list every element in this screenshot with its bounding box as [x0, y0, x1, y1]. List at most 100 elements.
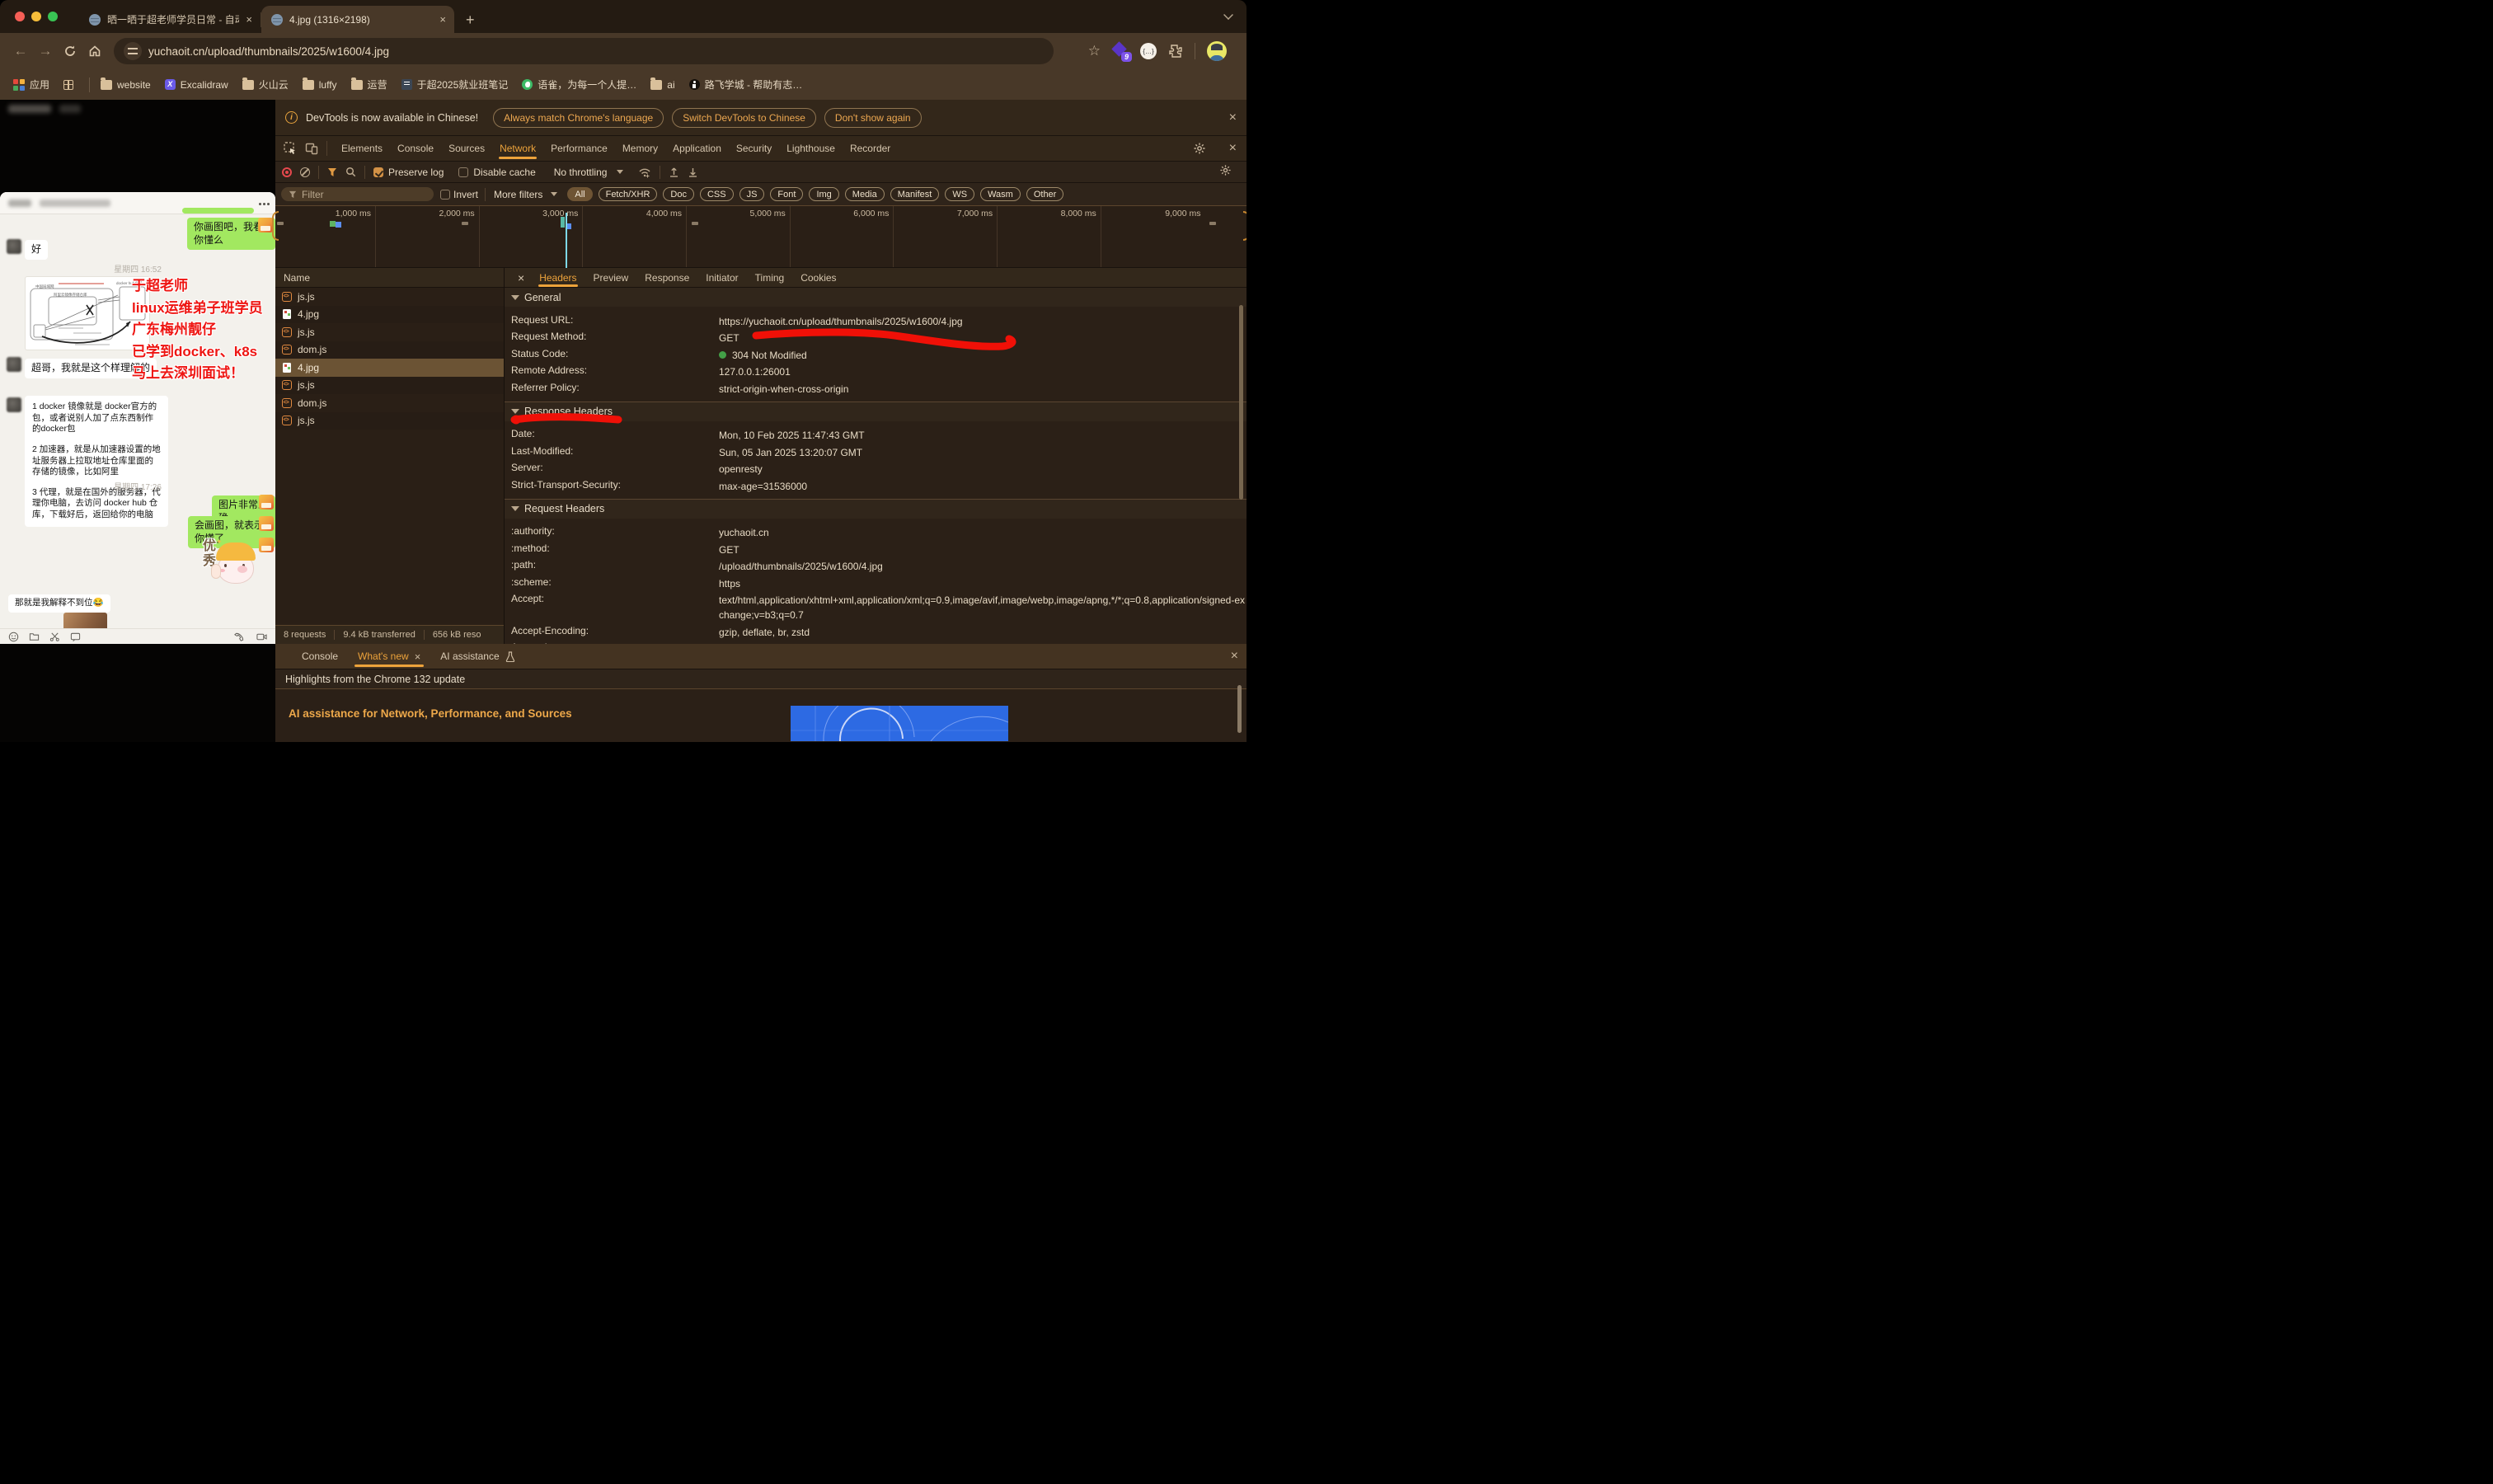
details-scrollbar[interactable]	[1239, 305, 1243, 500]
drawer-close-icon[interactable]: ×	[1231, 649, 1238, 664]
home-button[interactable]	[82, 39, 107, 63]
drawer-tab-close-icon[interactable]: ×	[415, 650, 421, 663]
more-filters-dropdown-icon[interactable]	[551, 192, 557, 196]
devtools-tab[interactable]: Sources	[441, 136, 492, 162]
device-toolbar-icon[interactable]	[305, 142, 318, 155]
devtools-tab[interactable]: Application	[665, 136, 729, 162]
avatar[interactable]	[259, 495, 274, 510]
details-tab[interactable]: Response	[636, 268, 697, 288]
invert-checkbox[interactable]	[440, 190, 450, 200]
more-filters-label[interactable]: More filters	[494, 189, 542, 200]
request-row[interactable]: js.js	[275, 377, 504, 395]
preserve-log-label[interactable]: Preserve log	[388, 167, 444, 178]
details-tab[interactable]: Headers	[531, 268, 585, 288]
invert-label[interactable]: Invert	[453, 189, 478, 200]
bookmark-item[interactable]: 运营	[351, 77, 387, 92]
general-section-header[interactable]: General	[505, 288, 1246, 307]
bookmark-item[interactable]: website	[101, 79, 151, 91]
devtools-tab[interactable]: Memory	[615, 136, 665, 162]
chat-history-icon[interactable]	[70, 632, 81, 642]
close-window-button[interactable]	[15, 12, 25, 21]
filter-chip[interactable]: All	[567, 187, 592, 201]
search-icon[interactable]	[345, 167, 356, 177]
details-tab[interactable]: Timing	[747, 268, 793, 288]
filter-input[interactable]: Filter	[281, 187, 434, 201]
close-details-icon[interactable]: ×	[511, 271, 531, 284]
filter-chip[interactable]: Fetch/XHR	[599, 187, 658, 201]
request-row[interactable]: 4.jpg	[275, 359, 504, 377]
settings-gear-icon[interactable]	[1193, 142, 1206, 155]
filter-chip[interactable]: Font	[770, 187, 803, 201]
filter-chip[interactable]: Doc	[663, 187, 694, 201]
throttling-dropdown-icon[interactable]	[617, 170, 623, 174]
new-tab-button[interactable]: +	[466, 12, 475, 29]
tab-close-icon[interactable]: ×	[439, 13, 446, 26]
filter-chip[interactable]: Manifest	[890, 187, 940, 201]
chat-photo-partial[interactable]	[63, 613, 107, 628]
tab-close-icon[interactable]: ×	[246, 13, 252, 26]
browser-tab-1[interactable]: 晒一晒于超老师学员日常 - 自动 ×	[79, 6, 261, 33]
whats-new-article-title[interactable]: AI assistance for Network, Performance, …	[289, 707, 572, 720]
filter-chip[interactable]: Wasm	[980, 187, 1021, 201]
filter-chip[interactable]: JS	[739, 187, 765, 201]
filter-chip[interactable]: Img	[809, 187, 838, 201]
whats-new-article-image[interactable]	[791, 706, 1008, 741]
extension-with-badge[interactable]: 9	[1112, 43, 1129, 59]
bookmark-item[interactable]	[63, 80, 78, 90]
bookmark-item[interactable]	[89, 77, 90, 92]
avatar[interactable]	[259, 538, 274, 552]
devtools-extension-icon[interactable]: {…}	[1140, 43, 1157, 59]
request-row[interactable]: dom.js	[275, 394, 504, 412]
preserve-log-checkbox[interactable]	[373, 167, 383, 177]
address-bar[interactable]: yuchaoit.cn/upload/thumbnails/2025/w1600…	[114, 38, 1054, 64]
emoji-icon[interactable]	[8, 632, 19, 642]
bookmark-star-icon[interactable]: ☆	[1088, 43, 1101, 59]
chat-sticker[interactable]: 优秀 ✦ ✦	[203, 538, 257, 589]
drawer-tab-console[interactable]: Console	[293, 644, 346, 669]
devtools-tab[interactable]: Recorder	[843, 136, 898, 162]
extensions-puzzle-icon[interactable]	[1168, 44, 1183, 59]
minimize-window-button[interactable]	[31, 12, 41, 21]
devtools-tab[interactable]: Network	[492, 136, 543, 162]
import-har-icon[interactable]	[669, 167, 679, 178]
record-network-log-icon[interactable]	[282, 167, 292, 177]
request-row[interactable]: js.js	[275, 323, 504, 341]
reload-button[interactable]	[58, 39, 82, 63]
bookmark-item[interactable]: 于超2025就业班笔记	[401, 77, 509, 92]
drawer-scrollbar[interactable]	[1237, 685, 1242, 733]
network-conditions-icon[interactable]	[638, 167, 651, 178]
devtools-tab[interactable]: Lighthouse	[779, 136, 843, 162]
network-settings-gear-icon[interactable]	[1219, 164, 1240, 181]
banner-close-icon[interactable]: ×	[1229, 110, 1237, 125]
disable-cache-checkbox[interactable]	[458, 167, 468, 177]
video-call-icon[interactable]	[256, 632, 267, 642]
request-row[interactable]: js.js	[275, 412, 504, 430]
file-folder-icon[interactable]	[29, 632, 40, 642]
avatar[interactable]	[7, 239, 21, 254]
profile-avatar[interactable]	[1207, 41, 1227, 61]
chat-menu-icon[interactable]	[263, 203, 265, 205]
devtools-tab[interactable]: Console	[390, 136, 441, 162]
screenshot-scissors-icon[interactable]	[49, 632, 60, 642]
devtools-tab[interactable]: Elements	[334, 136, 390, 162]
devtools-tab[interactable]: Performance	[543, 136, 615, 162]
clear-network-log-icon[interactable]	[300, 167, 310, 177]
response-headers-section-header[interactable]: Response Headers	[505, 402, 1246, 421]
filter-chip[interactable]: CSS	[700, 187, 734, 201]
avatar[interactable]	[259, 516, 274, 531]
throttling-select[interactable]: No throttling	[554, 167, 608, 178]
bookmark-item[interactable]: 火山云	[242, 77, 289, 92]
filter-chip[interactable]: Media	[845, 187, 885, 201]
inspect-element-icon[interactable]	[284, 142, 297, 155]
details-tab[interactable]: Cookies	[792, 268, 844, 288]
drawer-tab-ai-assistance[interactable]: AI assistance	[432, 644, 523, 669]
request-row[interactable]: dom.js	[275, 341, 504, 359]
url-text[interactable]: yuchaoit.cn/upload/thumbnails/2025/w1600…	[148, 45, 389, 58]
requests-name-column-header[interactable]: Name	[275, 268, 504, 288]
bookmark-item[interactable]: Excalidraw	[165, 79, 228, 91]
request-row[interactable]: 4.jpg	[275, 306, 504, 324]
voice-call-icon[interactable]	[234, 632, 245, 642]
bookmark-item[interactable]: 语雀，为每一个人提…	[522, 77, 636, 92]
bookmark-item[interactable]: 应用	[13, 77, 49, 92]
devtools-tab[interactable]: Security	[729, 136, 779, 162]
